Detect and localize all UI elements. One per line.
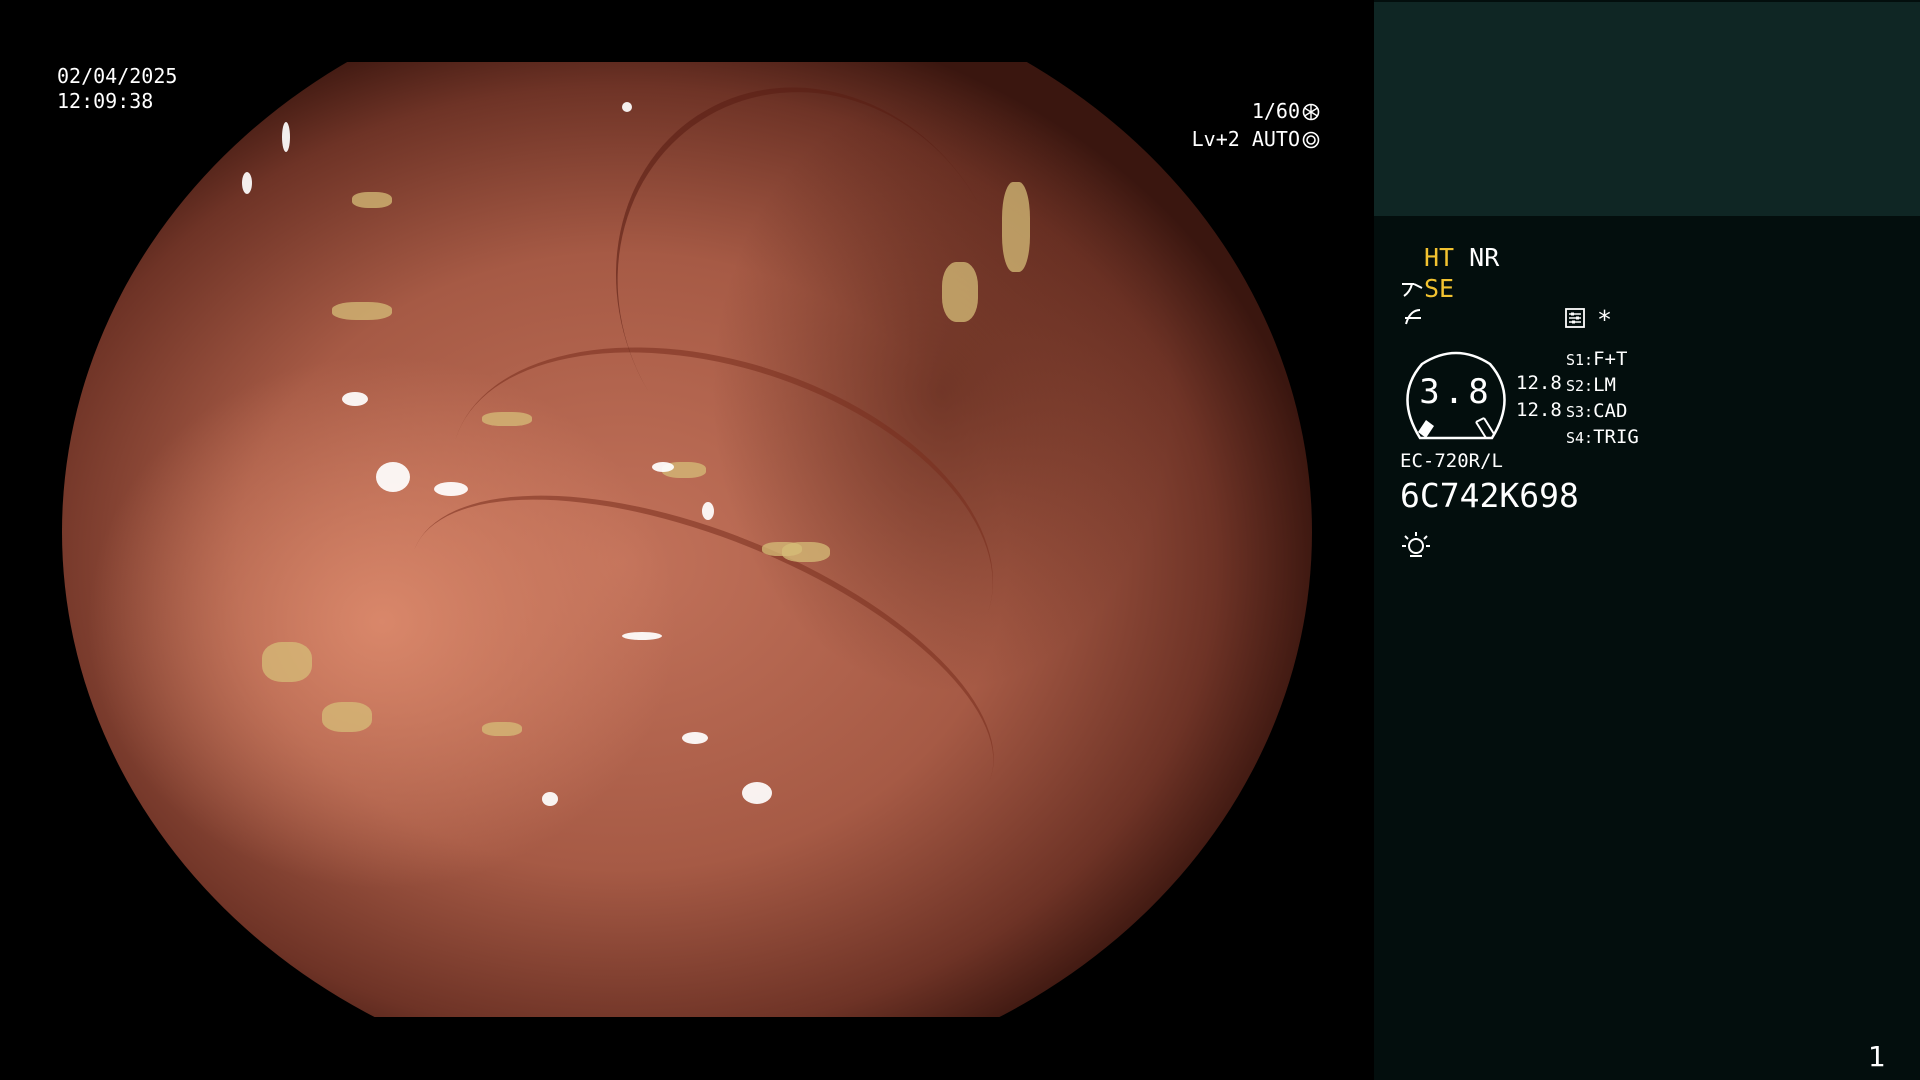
specular-highlight xyxy=(282,122,290,152)
debris-patch xyxy=(1002,182,1030,272)
brightness-level-value: Lv+2 AUTO xyxy=(1191,127,1300,151)
structure-enhancement-icon xyxy=(1400,278,1426,304)
mode-indicators: HT NR xyxy=(1424,243,1499,273)
debris-patch xyxy=(352,192,392,208)
exam-date: 02/04/2025 xyxy=(57,64,178,88)
specular-highlight xyxy=(742,782,772,804)
switch-value: F+T xyxy=(1593,348,1628,370)
switch-value: CAD xyxy=(1593,400,1628,422)
switch-value: LM xyxy=(1593,374,1616,396)
brightness-level: Lv+2 AUTO xyxy=(1170,127,1320,151)
switch-row: S2:LM xyxy=(1566,373,1639,399)
switch-assignments: S1:F+T S2:LM S3:CAD S4:TRIG xyxy=(1566,347,1639,451)
specular-highlight xyxy=(682,732,708,744)
switch-key: S2: xyxy=(1566,377,1594,395)
scope-serial-number: 6C742K698 xyxy=(1400,476,1579,515)
iris-icon xyxy=(1300,127,1320,151)
debris-patch xyxy=(782,542,830,562)
switch-value: TRIG xyxy=(1593,426,1639,448)
specular-highlight xyxy=(376,462,410,492)
specular-highlight xyxy=(342,392,368,406)
shutter-speed: 1/60 xyxy=(1190,99,1320,123)
switch-key: S4: xyxy=(1566,429,1594,447)
specular-highlight xyxy=(242,172,252,194)
debris-patch xyxy=(482,722,522,736)
debris-patch xyxy=(942,262,978,322)
specular-highlight xyxy=(622,102,632,112)
asterisk-indicator: * xyxy=(1597,305,1613,334)
endoscopic-view xyxy=(62,62,1312,1017)
specular-highlight xyxy=(652,462,674,472)
debris-patch xyxy=(322,702,372,732)
exam-time: 12:09:38 xyxy=(57,89,154,113)
ratio-top: 12.8 xyxy=(1516,372,1562,394)
menu-settings-icon xyxy=(1564,307,1586,333)
enhancement-curve-icon xyxy=(1402,306,1424,332)
scope-model: EC-720R/L xyxy=(1400,450,1503,472)
mode-se: SE xyxy=(1424,274,1455,303)
endoscope-image-area xyxy=(0,0,1374,1080)
specular-highlight xyxy=(702,502,714,520)
light-source-icon xyxy=(1401,530,1431,564)
mode-ht: HT xyxy=(1424,243,1455,272)
zoom-value: 3.8 xyxy=(1419,372,1493,412)
specular-highlight xyxy=(434,482,468,496)
debris-patch xyxy=(262,642,312,682)
mode-nr: NR xyxy=(1469,243,1500,272)
switch-row: S1:F+T xyxy=(1566,347,1639,373)
switch-row: S4:TRIG xyxy=(1566,425,1639,451)
debris-patch xyxy=(482,412,532,426)
info-panel-header xyxy=(1374,2,1920,216)
aperture-icon xyxy=(1300,99,1320,123)
switch-key: S3: xyxy=(1566,403,1594,421)
specular-highlight xyxy=(542,792,558,806)
page-number: 1 xyxy=(1868,1040,1886,1073)
zoom-gauge: 3.8 xyxy=(1400,350,1512,442)
switch-key: S1: xyxy=(1566,351,1594,369)
shutter-speed-value: 1/60 xyxy=(1251,99,1300,123)
switch-row: S3:CAD xyxy=(1566,399,1639,425)
ratio-bottom: 12.8 xyxy=(1516,399,1562,421)
debris-patch xyxy=(332,302,392,320)
specular-highlight xyxy=(622,632,662,640)
